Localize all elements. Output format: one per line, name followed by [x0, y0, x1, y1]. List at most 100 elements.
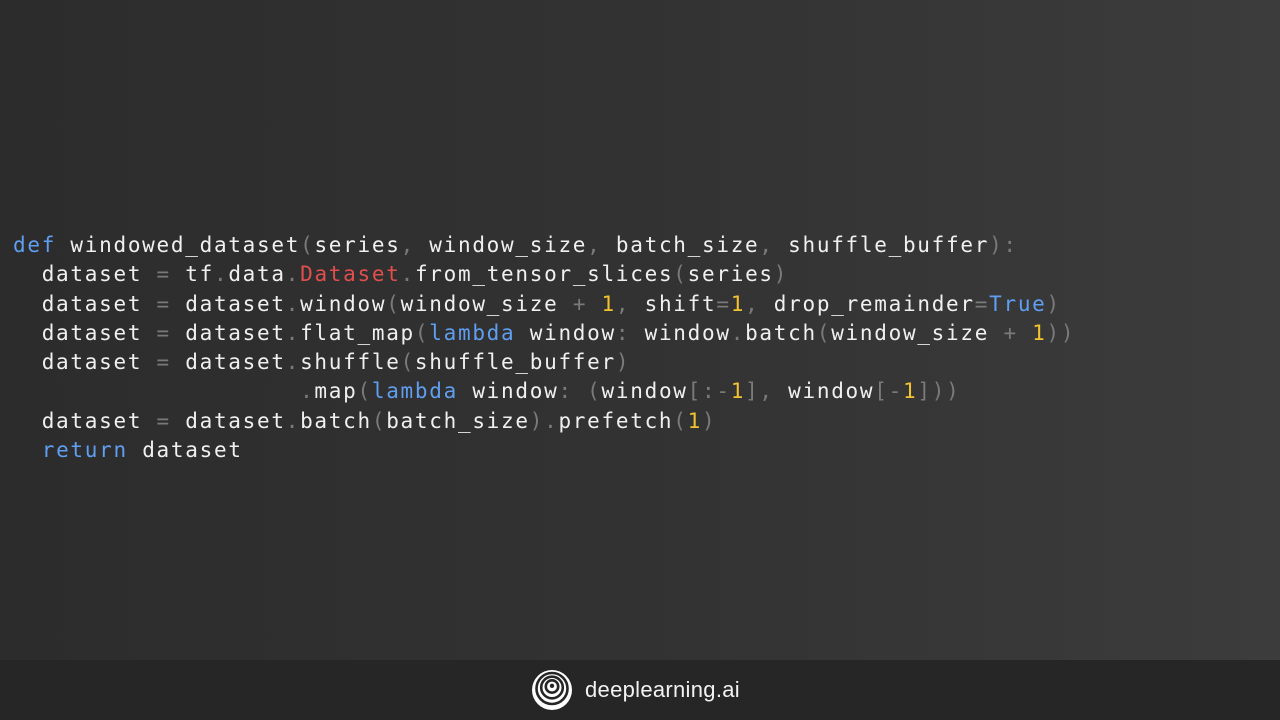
code-token-punctuation: = — [156, 350, 171, 375]
code-token-plain: shift — [630, 291, 717, 316]
brand-lockup: deeplearning.ai — [531, 669, 740, 711]
code-token-keyword: True — [989, 291, 1047, 316]
code-token-number: 1 — [730, 379, 746, 404]
code-token-keyword: return — [41, 438, 128, 463]
code-token-punctuation: . — [400, 262, 415, 287]
code-token-plain: window — [773, 379, 875, 404]
code-token-punctuation: ( — [400, 350, 415, 375]
code-token-plain: window — [630, 320, 731, 345]
code-line: dataset = dataset.window(window_size + 1… — [13, 290, 1075, 319]
code-token-punctuation: ) — [615, 350, 631, 375]
code-token-class: Dataset — [300, 262, 401, 287]
code-token-plain: window — [601, 379, 688, 404]
code-token-punctuation: ( — [587, 379, 602, 404]
code-token-plain: dataset — [13, 262, 157, 287]
code-token-punctuation: : — [615, 320, 631, 345]
code-token-punctuation: . — [730, 320, 746, 345]
code-token-plain: dataset — [170, 408, 286, 433]
code-token-plain: batch — [300, 408, 372, 433]
code-token-punctuation: = — [156, 408, 171, 433]
code-token-punctuation: = — [156, 291, 171, 316]
code-token-punctuation: ( — [300, 233, 315, 257]
code-token-punctuation: ( — [673, 262, 688, 287]
code-token-number: 1 — [1032, 320, 1047, 345]
code-token-plain: window_size — [831, 320, 1004, 345]
code-token-plain: dataset — [13, 408, 157, 433]
code-block: def windowed_dataset(series, window_size… — [13, 231, 1075, 465]
code-token-number: 1 — [687, 408, 702, 433]
code-token-plain: window_size — [414, 233, 588, 257]
code-token-punctuation: . — [285, 262, 301, 287]
code-token-plain: windowed_dataset — [56, 233, 301, 257]
code-token-punctuation: ( — [673, 408, 688, 433]
code-token-plain: prefetch — [558, 408, 674, 433]
code-token-plain: window — [457, 379, 559, 404]
code-token-punctuation: ). — [529, 408, 559, 433]
code-token-punctuation: = — [716, 291, 731, 316]
code-token-plain: dataset — [13, 350, 157, 375]
code-token-plain: map — [314, 379, 358, 404]
code-token-keyword: lambda — [429, 320, 516, 345]
code-line: dataset = dataset.batch(batch_size).pref… — [13, 407, 1075, 436]
code-token-plain: batch_size — [601, 233, 760, 257]
code-token-plain: dataset — [170, 291, 286, 316]
code-token-punctuation: , — [759, 233, 774, 257]
code-token-plain: shuffle_buffer — [773, 233, 990, 257]
code-token-punctuation: : — [558, 379, 573, 404]
code-token-punctuation: = — [974, 291, 990, 316]
code-token-punctuation: = — [156, 262, 171, 287]
code-token-punctuation: . — [213, 262, 229, 287]
code-token-punctuation: ], — [745, 379, 774, 404]
code-token-plain: series — [314, 233, 401, 257]
code-token-plain: from_tensor_slices — [414, 262, 674, 287]
code-token-punctuation: ( — [386, 291, 401, 316]
code-token-punctuation: ])) — [917, 379, 961, 404]
code-token-punctuation: ( — [371, 408, 387, 433]
code-token-punctuation: = — [156, 320, 171, 345]
code-token-punctuation: ) — [1046, 291, 1061, 316]
code-token-punctuation: ( — [357, 379, 372, 404]
code-token-punctuation: + — [1003, 320, 1018, 345]
code-token-plain: data — [228, 262, 286, 287]
code-token-plain: dataset — [170, 320, 286, 345]
code-token-punctuation: . — [285, 408, 301, 433]
code-token-punctuation: ) — [773, 262, 789, 287]
code-token-number: 1 — [601, 291, 616, 316]
deeplearning-ai-logo-icon — [532, 670, 572, 710]
code-token-punctuation: [- — [874, 379, 903, 404]
code-token-plain: dataset — [170, 350, 286, 375]
code-token-plain: window — [300, 291, 387, 316]
code-token-punctuation: ) — [702, 408, 717, 433]
code-line: .map(lambda window: (window[:-1], window… — [13, 377, 1075, 406]
code-token-number: 1 — [903, 379, 918, 404]
code-token-plain: flat_map — [300, 320, 415, 345]
code-token-punctuation: )) — [1046, 320, 1076, 345]
code-token-punctuation: , — [400, 233, 415, 257]
code-token-punctuation: ( — [414, 320, 430, 345]
code-token-keyword: def — [13, 233, 57, 257]
code-token-keyword: lambda — [371, 379, 458, 404]
code-line: return dataset — [13, 436, 1075, 465]
code-token-plain: tf — [170, 262, 214, 287]
code-token-punctuation: , — [587, 233, 602, 257]
code-line: dataset = dataset.flat_map(lambda window… — [13, 319, 1075, 348]
code-token-plain: dataset — [13, 291, 157, 316]
code-token-punctuation: [:- — [687, 379, 731, 404]
code-token-plain: dataset — [127, 438, 243, 463]
code-token-punctuation: . — [285, 291, 301, 316]
code-token-plain: batch — [745, 320, 817, 345]
code-token-punctuation: . — [300, 379, 315, 404]
code-line: def windowed_dataset(series, window_size… — [13, 231, 1075, 260]
code-line: dataset = dataset.shuffle(shuffle_buffer… — [13, 348, 1075, 377]
code-token-plain: batch_size — [386, 408, 530, 433]
code-token-plain: shuffle_buffer — [414, 350, 616, 375]
code-token-plain: window — [515, 320, 616, 345]
code-token-punctuation: , — [745, 291, 760, 316]
code-token-plain: window_size — [400, 291, 573, 316]
brand-name: deeplearning.ai — [585, 677, 740, 702]
